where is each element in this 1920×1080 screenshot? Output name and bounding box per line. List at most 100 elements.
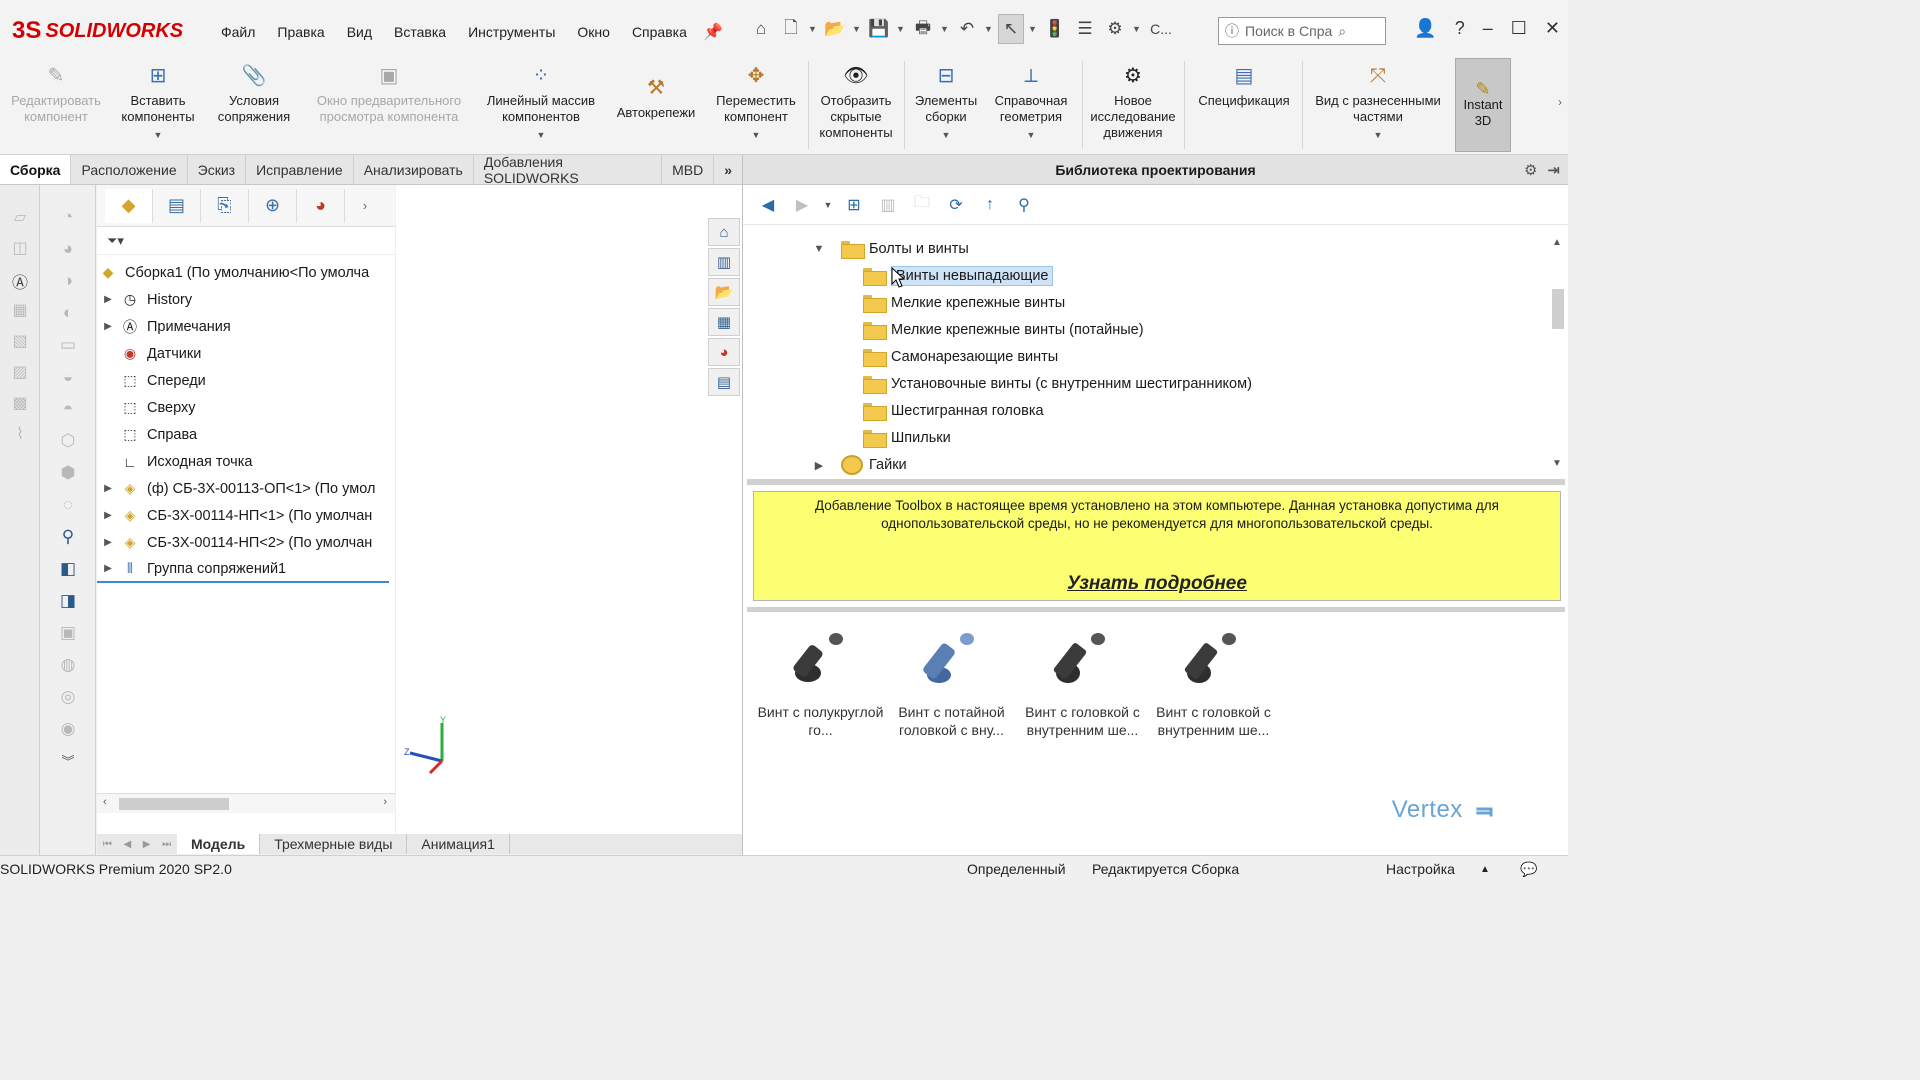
expand-arrow-icon[interactable]: ▶ [97, 321, 119, 332]
tree-item-front-plane[interactable]: ⬚ Спереди [97, 367, 395, 394]
scroll-left-icon[interactable]: ‹ [103, 796, 107, 808]
tool-icon[interactable]: ◉ [53, 719, 83, 745]
expand-arrow-icon[interactable]: ▶ [97, 294, 119, 305]
show-hidden-button[interactable]: 👁 Отобразить скрытые компоненты [812, 61, 900, 141]
custom-properties-icon[interactable]: ▤ [708, 368, 740, 396]
motion-study-button[interactable]: ⚙ Новое исследование движения [1086, 61, 1180, 141]
mate-button[interactable]: 📎 Условия сопряжения [208, 61, 300, 125]
view-palette-icon[interactable]: ▦ [708, 308, 740, 336]
chevron-down-icon[interactable]: ▼ [1028, 24, 1038, 34]
sketch-tool-icon[interactable]: ▱ [7, 207, 33, 233]
gear-icon[interactable]: ⚙ [1524, 161, 1537, 179]
tabs-overflow-button[interactable]: » [714, 155, 742, 184]
tool-icon[interactable]: ◨ [53, 591, 83, 617]
expand-arrow-icon[interactable]: ▶ [97, 537, 119, 548]
home-icon[interactable]: ⌂ [748, 14, 774, 44]
part-item[interactable]: Винт с полукруглой го... [755, 625, 886, 739]
folder-countersunk-screws[interactable]: Мелкие крепежные винты (потайные) [863, 318, 1144, 342]
learn-more-link[interactable]: Узнать подробнее [754, 574, 1560, 593]
tree-root-assembly[interactable]: ◆ Сборка1 (По умолчанию<По умолча [97, 259, 395, 286]
tool-icon[interactable]: ◌ [53, 495, 83, 521]
help-bubble-icon[interactable]: 💬 [1520, 861, 1537, 878]
tree-item-annotations[interactable]: ▶ Ⓐ Примечания [97, 313, 395, 340]
chevron-down-icon[interactable]: ▼ [1374, 127, 1383, 143]
reference-geometry-button[interactable]: ⟂ Справочная геометрия ▼ [986, 61, 1076, 143]
instant3d-button[interactable]: ✎ Instant 3D [1455, 58, 1511, 152]
chevron-down-icon[interactable]: ▼ [1132, 24, 1142, 34]
rebuild-icon[interactable]: 🚦 [1042, 14, 1068, 44]
chevron-down-icon[interactable]: ▼ [984, 24, 994, 34]
tool-icon[interactable]: ⬢ [53, 463, 83, 489]
tree-item-mates[interactable]: ▶ ⫴ Группа сопряжений1 [97, 556, 389, 583]
sketch-tool-icon[interactable]: ⌇ [7, 424, 33, 450]
menu-window[interactable]: Окно [566, 20, 621, 44]
gear-icon[interactable]: ⚙ [1102, 14, 1128, 44]
preview-window-button[interactable]: ▣ Окно предварительного просмотра компон… [304, 61, 474, 125]
tool-icon[interactable]: ◔ [53, 207, 83, 233]
undo-icon[interactable]: ↶ [954, 14, 980, 44]
folder-nuts[interactable]: ▶ Гайки [811, 453, 907, 477]
folder-self-tapping-screws[interactable]: Самонарезающие винты [863, 345, 1058, 369]
up-level-icon[interactable]: ↑ [977, 192, 1003, 218]
search-input[interactable]: ⓘ Поиск в Спра ⌕ [1218, 17, 1386, 45]
pin-icon[interactable]: 📌 [703, 22, 723, 42]
forward-icon[interactable]: ▶ [789, 192, 815, 218]
edit-component-button[interactable]: ✎ Редактировать компонент [6, 61, 106, 125]
tree-item-origin[interactable]: ∟ Исходная точка [97, 448, 395, 475]
refresh-icon[interactable]: ⟳ [943, 192, 969, 218]
tool-icon[interactable]: ▣ [53, 623, 83, 649]
design-library-icon[interactable]: ▥ [708, 248, 740, 276]
scrollbar-thumb[interactable] [1552, 289, 1564, 329]
add-location-icon[interactable]: ▥ [875, 192, 901, 218]
close-icon[interactable]: ✕ [1545, 18, 1560, 39]
part-item[interactable]: Винт с головкой с внутренним ше... [1148, 625, 1279, 739]
tool-icon[interactable]: ▭ [53, 335, 83, 361]
search-scope-label[interactable]: C... [1146, 14, 1176, 44]
tab-animation[interactable]: Анимация1 [407, 834, 510, 854]
folder-set-screws[interactable]: Установочные винты (с внутренним шестигр… [863, 372, 1252, 396]
assembly-features-button[interactable]: ⊟ Элементы сборки ▼ [908, 61, 984, 143]
tool-icon[interactable]: ◎ [53, 687, 83, 713]
scroll-up-icon[interactable]: ▲ [1552, 237, 1562, 248]
add-to-library-icon[interactable]: ⊞ [841, 192, 867, 218]
chevron-down-icon[interactable]: ▼ [896, 24, 906, 34]
tool-icon[interactable]: ◒ [53, 367, 83, 393]
chevron-right-icon[interactable]: › [345, 198, 385, 213]
insert-components-button[interactable]: ⊞ Вставить компоненты ▼ [112, 61, 204, 143]
move-component-button[interactable]: ✥ Переместить компонент ▼ [708, 61, 804, 143]
tool-icon[interactable]: ◧ [53, 559, 83, 585]
folder-hex-head[interactable]: Шестигранная головка [863, 399, 1044, 423]
open-folder-icon[interactable]: 📂 [822, 14, 848, 44]
dimxpert-tab-icon[interactable]: ⊕ [249, 188, 297, 223]
tree-item-component[interactable]: ▶ ◈ СБ-3Х-00114-НП<2> (По умолчан [97, 529, 395, 556]
user-icon[interactable]: 👤 [1414, 18, 1436, 39]
pane-splitter[interactable] [747, 607, 1565, 612]
save-icon[interactable]: 💾 [866, 14, 892, 44]
file-properties-icon[interactable]: ☰ [1072, 14, 1098, 44]
chevron-down-icon[interactable]: ▼ [808, 24, 818, 34]
scroll-down-icon[interactable]: ▼ [1552, 458, 1562, 469]
toolbox-settings-icon[interactable]: ⚲ [1011, 192, 1037, 218]
sketch-tool-icon[interactable]: ▩ [7, 393, 33, 419]
file-explorer-icon[interactable]: 📂 [708, 278, 740, 306]
part-item[interactable]: Винт с потайной головкой с вну... [886, 625, 1017, 739]
minimize-icon[interactable]: – [1483, 18, 1493, 39]
expand-arrow-icon[interactable]: ▶ [97, 483, 119, 494]
display-manager-tab-icon[interactable]: ◕ [297, 188, 345, 223]
chevron-down-icon[interactable]: ︾ [53, 751, 83, 777]
linear-pattern-button[interactable]: ⁘ Линейный массив компонентов ▼ [478, 61, 604, 143]
chevron-down-icon[interactable]: ▼ [1027, 127, 1036, 143]
last-tab-icon[interactable]: ⏭ [162, 839, 171, 850]
expand-arrow-icon[interactable]: ▶ [97, 563, 119, 574]
new-document-icon[interactable]: 🗋 [778, 14, 804, 44]
pane-splitter[interactable] [747, 479, 1565, 485]
tab-layout[interactable]: Расположение [71, 155, 188, 184]
tool-icon[interactable]: ⬡ [53, 431, 83, 457]
search-icon[interactable]: ⌕ [1338, 23, 1346, 40]
expand-arrow-icon[interactable]: ▶ [97, 510, 119, 521]
tab-sketch[interactable]: Эскиз [188, 155, 247, 184]
collapse-arrow-icon[interactable]: ▼ [811, 243, 827, 255]
status-settings-button[interactable]: Настройка [1386, 861, 1455, 877]
sketch-tool-icon[interactable]: ▨ [7, 362, 33, 388]
filter-icon[interactable]: ⏷▾ [97, 227, 395, 255]
